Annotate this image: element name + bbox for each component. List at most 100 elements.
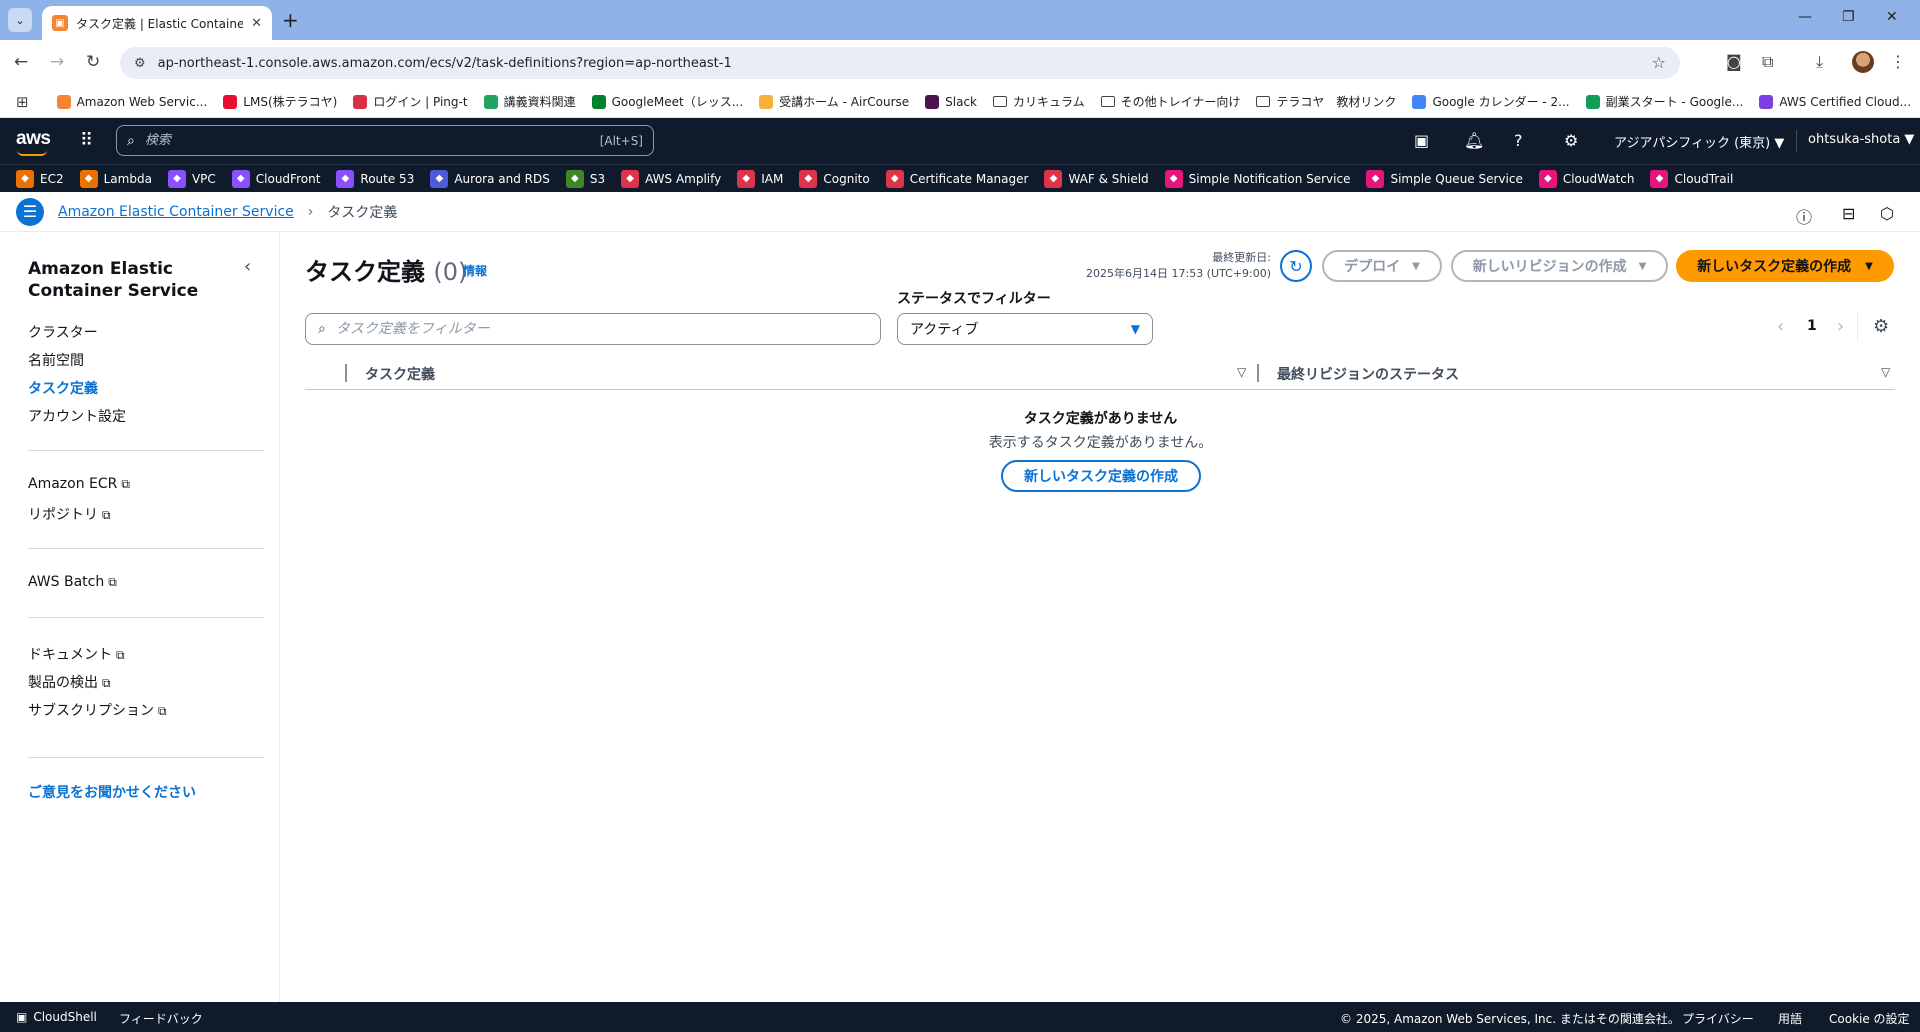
- close-window-icon[interactable]: ✕: [1886, 9, 1898, 25]
- breadcrumb-ecs-link[interactable]: Amazon Elastic Container Service: [58, 204, 294, 220]
- favorite-service[interactable]: ◆ S3: [565, 169, 605, 188]
- bookmark-item[interactable]: 副業スタート - Google...: [1585, 93, 1743, 110]
- sidenav-link-aws-batch[interactable]: AWS Batch ⧉: [28, 574, 117, 590]
- info-panel-icon[interactable]: ⓘ: [1796, 204, 1812, 228]
- bookmark-item[interactable]: テラコヤ 教材リンク: [1256, 93, 1396, 110]
- task-definition-filter-input[interactable]: [335, 321, 880, 337]
- favorite-service[interactable]: ◆ Route 53: [336, 169, 414, 188]
- site-info-icon[interactable]: ⚙: [134, 56, 146, 71]
- footer-feedback-link[interactable]: フィードバック: [119, 1010, 203, 1027]
- split-panel-icon[interactable]: ⊟: [1842, 204, 1855, 223]
- table-preferences-icon[interactable]: ⚙: [1873, 316, 1889, 337]
- sidenav-title[interactable]: Amazon Elastic Container Service: [28, 258, 228, 302]
- status-filter-select[interactable]: アクティブ ▼: [897, 313, 1153, 345]
- help-icon[interactable]: ?: [1514, 131, 1523, 150]
- favorite-service[interactable]: ◆ Aurora and RDS: [430, 169, 550, 188]
- sidenav-link-discover-products[interactable]: 製品の検出 ⧉: [28, 672, 111, 692]
- column-header-task-definition[interactable]: タスク定義: [365, 364, 435, 384]
- task-definition-filter[interactable]: ⌕: [305, 313, 881, 345]
- cloudshell-link[interactable]: ▣ CloudShell: [16, 1010, 97, 1024]
- column-divider[interactable]: [1257, 364, 1259, 382]
- favorite-service[interactable]: ◆ CloudTrail: [1650, 169, 1733, 188]
- camera-icon[interactable]: ◙: [1726, 52, 1742, 71]
- favorite-service[interactable]: ◆ WAF & Shield: [1044, 169, 1149, 188]
- column-header-status[interactable]: 最終リビジョンのステータス: [1277, 364, 1459, 384]
- pagination-page[interactable]: 1: [1807, 318, 1817, 334]
- terms-link[interactable]: 用語: [1778, 1010, 1802, 1027]
- bookmark-star-icon[interactable]: ☆: [1652, 53, 1666, 72]
- apps-grid-icon[interactable]: ⊞: [16, 93, 29, 111]
- settings-gear-icon[interactable]: ⚙: [1564, 131, 1578, 150]
- favorite-service[interactable]: ◆ CloudWatch: [1538, 169, 1634, 188]
- side-nav-menu-icon[interactable]: ☰: [16, 197, 44, 226]
- bookmark-item[interactable]: GoogleMeet（レッス...: [591, 93, 743, 110]
- sidenav-link-documentation[interactable]: ドキュメント ⧉: [28, 644, 125, 664]
- bookmark-item[interactable]: AWS Certified Cloud...: [1759, 94, 1911, 109]
- profile-avatar[interactable]: [1852, 51, 1874, 73]
- favorite-service[interactable]: ◆ EC2: [16, 169, 64, 188]
- bookmark-item[interactable]: Slack: [925, 94, 977, 109]
- bookmark-item[interactable]: Google カレンダー - 2...: [1412, 93, 1570, 110]
- favorite-service[interactable]: ◆ VPC: [167, 169, 216, 188]
- sidenav-link-ecr[interactable]: Amazon ECR ⧉: [28, 476, 130, 492]
- sidenav-feedback-link[interactable]: ご意見をお聞かせください: [28, 782, 196, 802]
- sidenav-link-subscriptions[interactable]: サブスクリプション ⧉: [28, 700, 167, 720]
- tab-search-button[interactable]: ⌄: [8, 8, 32, 32]
- favorite-service[interactable]: ◆ Lambda: [79, 169, 152, 188]
- sort-icon[interactable]: ▽: [1881, 365, 1890, 379]
- services-grid-icon[interactable]: ⠿: [80, 130, 93, 151]
- aws-logo[interactable]: aws: [16, 128, 51, 150]
- favorite-service[interactable]: ◆ Cognito: [799, 169, 870, 188]
- favorite-service[interactable]: ◆ Certificate Manager: [885, 169, 1028, 188]
- sidenav-item-account-settings[interactable]: アカウント設定: [28, 406, 126, 426]
- deploy-button[interactable]: デプロイ ▼: [1322, 250, 1442, 282]
- favorite-service[interactable]: ◆ AWS Amplify: [621, 169, 721, 188]
- reload-icon[interactable]: ↻: [86, 52, 100, 72]
- create-revision-button[interactable]: 新しいリビジョンの作成 ▼: [1451, 250, 1668, 282]
- bookmark-item[interactable]: LMS(株テラコヤ): [223, 93, 337, 110]
- minimize-icon[interactable]: —: [1798, 9, 1812, 25]
- bookmark-item[interactable]: その他トレイナー向け: [1100, 93, 1240, 110]
- sidenav-item-task-definitions[interactable]: タスク定義: [28, 378, 98, 398]
- account-menu[interactable]: ohtsuka-shota ▼: [1808, 132, 1914, 147]
- new-tab-button[interactable]: +: [282, 9, 299, 31]
- sort-icon[interactable]: ▽: [1237, 365, 1246, 379]
- bookmark-item[interactable]: 受講ホーム - AirCourse: [759, 93, 909, 110]
- bookmark-label: テラコヤ 教材リンク: [1276, 95, 1397, 109]
- aws-search-input[interactable]: [144, 133, 600, 148]
- bookmark-item[interactable]: カリキュラム: [993, 93, 1085, 110]
- sidenav-item-namespaces[interactable]: 名前空間: [28, 350, 84, 370]
- back-icon[interactable]: ←: [14, 52, 28, 72]
- pagination-prev-icon[interactable]: ‹: [1777, 316, 1784, 337]
- chrome-menu-icon[interactable]: ⋮: [1890, 52, 1906, 71]
- favorite-service[interactable]: ◆ IAM: [737, 169, 783, 188]
- assistant-icon[interactable]: ⬡: [1880, 204, 1894, 223]
- notifications-bell-icon[interactable]: 🔔︎: [1464, 131, 1484, 150]
- bookmark-item[interactable]: 講義資料関連: [483, 93, 576, 110]
- favorite-service[interactable]: ◆ CloudFront: [231, 169, 320, 188]
- refresh-button[interactable]: ↻: [1280, 250, 1312, 282]
- create-task-definition-button[interactable]: 新しいタスク定義の作成 ▼: [1676, 250, 1894, 282]
- info-link[interactable]: 情報: [463, 262, 487, 279]
- forward-icon[interactable]: →: [50, 52, 64, 72]
- browser-tab-active[interactable]: ▣ タスク定義 | Elastic Container Ser ✕: [42, 6, 272, 40]
- address-bar[interactable]: ⚙ ap-northeast-1.console.aws.amazon.com/…: [120, 47, 1680, 79]
- region-selector[interactable]: アジアパシフィック (東京) ▼: [1614, 132, 1784, 151]
- sidenav-item-clusters[interactable]: クラスター: [28, 322, 98, 342]
- close-sidenav-icon[interactable]: ‹: [244, 256, 251, 277]
- bookmark-item[interactable]: Amazon Web Servic...: [56, 94, 207, 109]
- restore-icon[interactable]: ❐: [1842, 9, 1855, 25]
- aws-search-box[interactable]: ⌕ [Alt+S]: [116, 125, 654, 156]
- download-icon[interactable]: ⤓: [1816, 52, 1823, 72]
- pagination-next-icon[interactable]: ›: [1837, 316, 1844, 337]
- empty-state-create-button[interactable]: 新しいタスク定義の作成: [1001, 460, 1201, 492]
- close-tab-icon[interactable]: ✕: [251, 16, 262, 31]
- cookie-settings-link[interactable]: Cookie の設定: [1829, 1010, 1910, 1027]
- favorite-service[interactable]: ◆ Simple Notification Service: [1164, 169, 1350, 188]
- bookmark-item[interactable]: ログイン | Ping-t: [353, 93, 468, 110]
- privacy-link[interactable]: プライバシー: [1682, 1010, 1754, 1027]
- extensions-icon[interactable]: ⧉: [1762, 52, 1773, 72]
- favorite-service[interactable]: ◆ Simple Queue Service: [1366, 169, 1523, 188]
- sidenav-link-repositories[interactable]: リポジトリ ⧉: [28, 504, 111, 524]
- cloudshell-icon[interactable]: ▣: [1414, 131, 1429, 150]
